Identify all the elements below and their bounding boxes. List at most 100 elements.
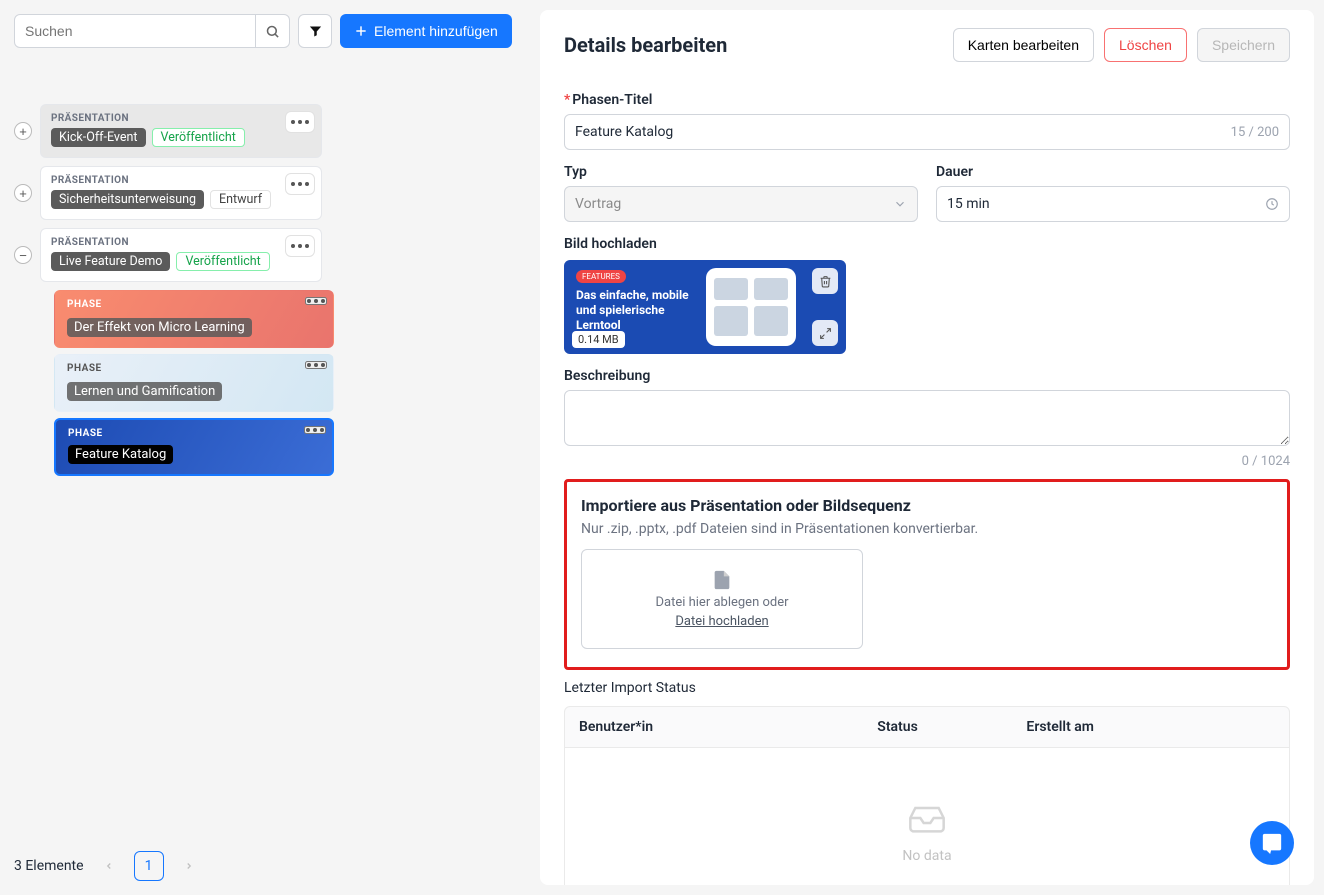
phase-card[interactable]: PHASE Lernen und Gamification [54, 354, 334, 412]
type-value: Vortrag [575, 196, 893, 212]
card-status-chip: Veröffentlicht [152, 128, 245, 147]
file-icon [711, 569, 733, 591]
trash-icon [819, 275, 832, 288]
detail-title: Details bearbeiten [564, 33, 727, 57]
expand-icon [819, 327, 832, 340]
search-icon [265, 24, 280, 39]
chevron-right-icon [184, 861, 194, 871]
upload-label: Bild hochladen [564, 236, 1290, 252]
presentation-card[interactable]: PRÄSENTATION Kick-Off-Event Veröffentlic… [40, 104, 322, 158]
phase-title-counter: 15 / 200 [1231, 125, 1279, 140]
search-wrap [14, 14, 290, 48]
field-description: Beschreibung 0 / 1024 [564, 368, 1290, 469]
card-more-button[interactable] [285, 173, 315, 195]
card-type-label: PRÄSENTATION [51, 237, 311, 248]
search-button[interactable] [256, 14, 290, 48]
chat-fab[interactable] [1250, 821, 1294, 865]
save-button: Speichern [1197, 28, 1290, 62]
uploaded-image-thumb[interactable]: FEATURES Das einfache, mobile und spiele… [564, 260, 846, 354]
import-hint: Nur .zip, .pptx, .pdf Dateien sind in Pr… [581, 521, 1273, 537]
left-panel: Element hinzufügen + PRÄSENTATION Kick-O… [0, 0, 540, 895]
dropzone-text: Datei hier ablegen oder [655, 595, 788, 610]
card-status-chip: Veröffentlicht [176, 252, 269, 271]
presentation-card[interactable]: PRÄSENTATION Sicherheitsunterweisung Ent… [40, 166, 322, 220]
card-more-button[interactable] [285, 111, 315, 133]
search-input[interactable] [14, 14, 256, 48]
toolbar: Element hinzufügen [14, 14, 528, 48]
duration-input[interactable] [947, 196, 1279, 212]
add-element-button[interactable]: Element hinzufügen [340, 14, 512, 48]
description-textarea[interactable] [564, 390, 1290, 446]
card-more-button[interactable] [305, 297, 327, 305]
chat-icon [1261, 832, 1283, 854]
image-size-badge: 0.14 MB [572, 331, 625, 348]
phase-title-label: *Phasen-Titel [564, 92, 1290, 108]
phase-title: Lernen und Gamification [67, 382, 222, 401]
tree-node: + PRÄSENTATION Sicherheitsunterweisung E… [14, 166, 528, 220]
type-label: Typ [564, 164, 918, 180]
type-select: Vortrag [564, 186, 918, 222]
image-delete-button[interactable] [812, 268, 838, 294]
filter-icon [308, 24, 323, 39]
duration-input-shell [936, 186, 1290, 222]
image-expand-button[interactable] [812, 320, 838, 346]
card-title-chip: Kick-Off-Event [51, 128, 146, 147]
tree-node: + PRÄSENTATION Kick-Off-Event Veröffentl… [14, 104, 528, 158]
right-scroll[interactable]: Details bearbeiten Karten bearbeiten Lös… [540, 10, 1314, 885]
card-more-button[interactable] [305, 361, 327, 369]
filter-button[interactable] [298, 14, 332, 48]
expand-button[interactable]: + [14, 122, 32, 140]
description-counter: 0 / 1024 [564, 454, 1290, 469]
delete-button[interactable]: Löschen [1104, 28, 1187, 62]
duration-label: Dauer [936, 164, 1290, 180]
image-device-mock [706, 268, 796, 346]
plus-icon [354, 24, 368, 38]
field-phase-title: *Phasen-Titel 15 / 200 [564, 92, 1290, 150]
file-dropzone[interactable]: Datei hier ablegen oder Datei hochladen [581, 549, 863, 649]
clock-icon [1265, 197, 1279, 211]
import-heading: Importiere aus Präsentation oder Bildseq… [581, 496, 1273, 515]
import-table-head: Benutzer*in Status Erstellt am [564, 706, 1290, 748]
image-badge: FEATURES [576, 270, 626, 283]
image-headline: Das einfache, mobile und spielerische Le… [576, 288, 706, 333]
element-count: 3 Elemente [14, 858, 84, 874]
inbox-icon [903, 798, 951, 838]
col-status: Status [877, 719, 1026, 735]
phase-card-selected[interactable]: PHASE Feature Katalog [54, 418, 334, 476]
import-table-empty: No data [564, 748, 1290, 885]
import-section-highlighted: Importiere aus Präsentation oder Bildseq… [564, 479, 1290, 670]
card-title-chip: Sicherheitsunterweisung [51, 190, 204, 209]
tree-node: − PRÄSENTATION Live Feature Demo Veröffe… [14, 228, 528, 282]
col-user: Benutzer*in [579, 719, 877, 735]
card-more-button[interactable] [285, 235, 315, 257]
detail-form: *Phasen-Titel 15 / 200 Typ Vortrag Dauer [540, 72, 1314, 885]
chevron-down-icon [893, 197, 907, 211]
presentation-card[interactable]: PRÄSENTATION Live Feature Demo Veröffent… [40, 228, 322, 282]
col-created: Erstellt am [1026, 719, 1275, 735]
card-type-label: PRÄSENTATION [51, 175, 311, 186]
phase-type-label: PHASE [67, 299, 102, 310]
phase-title-input[interactable] [575, 124, 1279, 140]
add-element-label: Element hinzufügen [374, 23, 498, 39]
right-panel: Details bearbeiten Karten bearbeiten Lös… [540, 10, 1314, 885]
phase-title-input-shell: 15 / 200 [564, 114, 1290, 150]
collapse-button[interactable]: − [14, 246, 32, 264]
upload-file-link[interactable]: Datei hochladen [675, 614, 768, 629]
phase-title: Der Effekt von Micro Learning [67, 318, 252, 337]
edit-cards-button[interactable]: Karten bearbeiten [953, 28, 1094, 62]
pager-next[interactable] [178, 857, 200, 875]
phase-card[interactable]: PHASE Der Effekt von Micro Learning [54, 290, 334, 348]
phase-type-label: PHASE [68, 428, 103, 439]
card-more-button[interactable] [304, 426, 326, 434]
element-tree: + PRÄSENTATION Kick-Off-Event Veröffentl… [14, 104, 528, 841]
phase-type-label: PHASE [67, 363, 102, 374]
field-duration: Dauer [936, 164, 1290, 222]
last-import-section: Letzter Import Status Benutzer*in Status… [564, 680, 1290, 885]
expand-button[interactable]: + [14, 184, 32, 202]
pager-prev[interactable] [98, 857, 120, 875]
left-footer: 3 Elemente 1 [14, 841, 528, 881]
header-actions: Karten bearbeiten Löschen Speichern [953, 28, 1290, 62]
card-status-chip: Entwurf [210, 190, 271, 209]
pager-current[interactable]: 1 [134, 851, 164, 881]
last-import-label: Letzter Import Status [564, 680, 1290, 696]
